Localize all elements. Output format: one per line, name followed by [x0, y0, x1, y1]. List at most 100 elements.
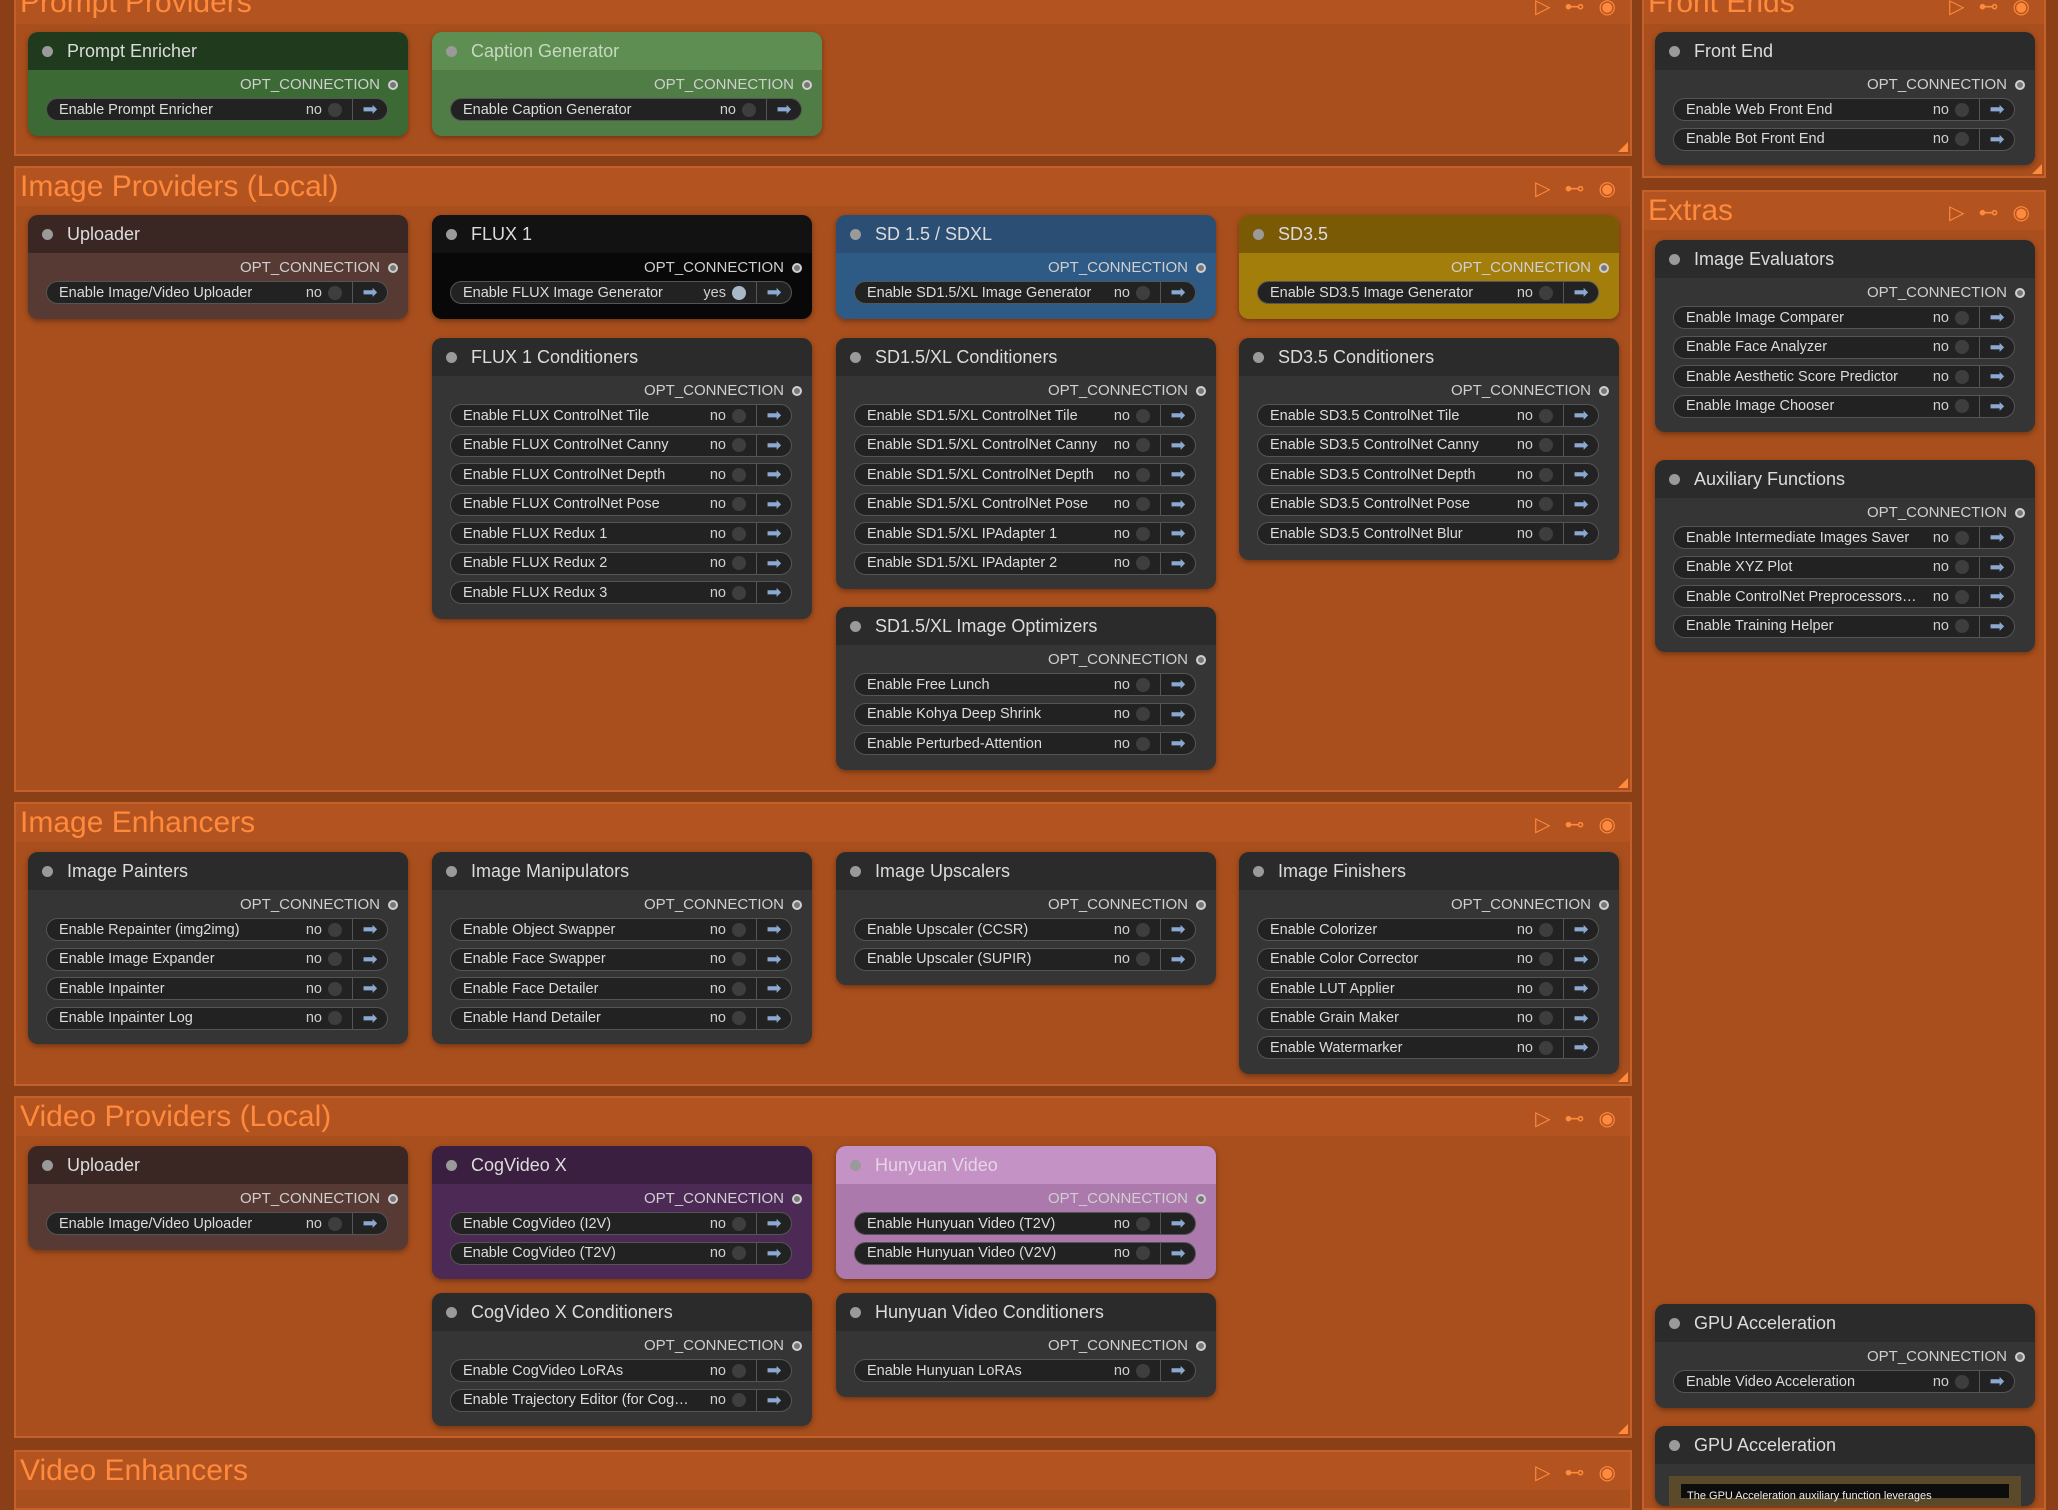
- collapse-dot-icon[interactable]: [850, 620, 861, 632]
- collapse-dot-icon[interactable]: [42, 228, 53, 240]
- play-icon[interactable]: ▷: [1535, 0, 1550, 19]
- output-connector-icon[interactable]: [388, 262, 398, 273]
- convert-arrow-icon[interactable]: ➡: [1563, 282, 1598, 303]
- convert-arrow-icon[interactable]: ➡: [1563, 978, 1598, 999]
- toggle-widget[interactable]: Enable FLUX ControlNet Canny no ➡: [450, 433, 792, 457]
- toggle-widget[interactable]: Enable CogVideo (I2V) no ➡: [450, 1212, 792, 1235]
- toggle-widget[interactable]: Enable SD1.5/XL ControlNet Tile no ➡: [854, 404, 1196, 427]
- convert-arrow-icon[interactable]: ➡: [352, 1007, 387, 1029]
- toggle-widget[interactable]: Enable Hand Detailer no ➡: [450, 1006, 792, 1030]
- node-image-upscalers[interactable]: Image Upscalers OPT_CONNECTION Enable Upsc…: [836, 852, 1216, 985]
- toggle-icon[interactable]: [1136, 408, 1150, 423]
- toggle-widget[interactable]: Enable SD1.5/XL IPAdapter 1 no ➡: [854, 522, 1196, 545]
- toggle-widget[interactable]: Enable Upscaler (SUPIR) no ➡: [854, 947, 1196, 971]
- toggle-widget[interactable]: Enable SD3.5 Image Generator no ➡: [1257, 281, 1599, 304]
- convert-arrow-icon[interactable]: ➡: [1979, 615, 2014, 637]
- output-connector-icon[interactable]: [792, 1340, 802, 1351]
- toggle-icon[interactable]: [1539, 922, 1553, 937]
- toggle-icon[interactable]: [1539, 408, 1553, 423]
- toggle-icon[interactable]: [1539, 497, 1553, 511]
- eye-icon[interactable]: ◉: [1599, 176, 1616, 201]
- collapse-dot-icon[interactable]: [1253, 228, 1264, 240]
- convert-arrow-icon[interactable]: ➡: [1979, 307, 2014, 328]
- output-slot[interactable]: OPT_CONNECTION: [644, 1337, 802, 1354]
- toggle-icon[interactable]: [732, 1216, 746, 1231]
- toggle-icon[interactable]: [328, 285, 342, 300]
- toggle-icon[interactable]: [1539, 1040, 1553, 1055]
- output-connector-icon[interactable]: [388, 79, 398, 90]
- node-uploader-img[interactable]: Uploader OPT_CONNECTION Enable Image/Video…: [28, 215, 408, 319]
- toggle-icon[interactable]: [1955, 369, 1969, 384]
- convert-arrow-icon[interactable]: ➡: [1160, 919, 1195, 940]
- toggle-icon[interactable]: [1136, 438, 1150, 452]
- toggle-widget[interactable]: Enable FLUX ControlNet Pose no ➡: [450, 492, 792, 516]
- convert-arrow-icon[interactable]: ➡: [756, 434, 791, 456]
- output-connector-icon[interactable]: [1599, 262, 1609, 273]
- convert-arrow-icon[interactable]: ➡: [352, 919, 387, 940]
- convert-arrow-icon[interactable]: ➡: [756, 464, 791, 485]
- toggle-widget[interactable]: Enable Free Lunch no ➡: [854, 673, 1196, 696]
- resize-handle[interactable]: [1618, 1424, 1628, 1434]
- output-slot[interactable]: OPT_CONNECTION: [1048, 382, 1206, 399]
- toggle-icon[interactable]: [1955, 132, 1969, 146]
- convert-arrow-icon[interactable]: ➡: [1160, 703, 1195, 725]
- node-aux-functions[interactable]: Auxiliary Functions OPT_CONNECTION Enable …: [1655, 460, 2035, 652]
- output-slot[interactable]: OPT_CONNECTION: [1867, 76, 2025, 93]
- toggle-widget[interactable]: Enable Aesthetic Score Predictor no ➡: [1673, 365, 2015, 388]
- toggle-icon[interactable]: [328, 1216, 342, 1231]
- output-slot[interactable]: OPT_CONNECTION: [1867, 284, 2025, 301]
- collapse-dot-icon[interactable]: [850, 1159, 861, 1171]
- output-connector-icon[interactable]: [792, 899, 802, 910]
- convert-arrow-icon[interactable]: ➡: [1563, 919, 1598, 940]
- toggle-widget[interactable]: Enable SD1.5/XL ControlNet Pose no ➡: [854, 492, 1196, 516]
- node-sd35[interactable]: SD3.5 OPT_CONNECTION Enable SD3.5 Image Ge…: [1239, 215, 1619, 319]
- convert-arrow-icon[interactable]: ➡: [756, 493, 791, 515]
- toggle-widget[interactable]: Enable Image Chooser no ➡: [1673, 394, 2015, 418]
- collapse-dot-icon[interactable]: [850, 228, 861, 240]
- toggle-widget[interactable]: Enable Image/Video Uploader no ➡: [46, 1212, 388, 1235]
- toggle-widget[interactable]: Enable LUT Applier no ➡: [1257, 977, 1599, 1000]
- toggle-widget[interactable]: Enable FLUX Redux 1 no ➡: [450, 522, 792, 545]
- resize-handle[interactable]: [1618, 1072, 1628, 1082]
- output-slot[interactable]: OPT_CONNECTION: [240, 1190, 398, 1207]
- toggle-icon[interactable]: [1136, 922, 1150, 937]
- play-icon[interactable]: ▷: [1535, 176, 1550, 201]
- collapse-dot-icon[interactable]: [42, 45, 53, 57]
- bypass-icon[interactable]: ⊷: [1979, 0, 1999, 19]
- convert-arrow-icon[interactable]: ➡: [756, 1007, 791, 1029]
- collapse-dot-icon[interactable]: [42, 1159, 53, 1171]
- toggle-icon[interactable]: [732, 467, 746, 482]
- toggle-icon[interactable]: [1136, 707, 1150, 721]
- node-sd15-opt[interactable]: SD1.5/XL Image Optimizers OPT_CONNECTION E…: [836, 607, 1216, 770]
- collapse-dot-icon[interactable]: [1669, 473, 1680, 485]
- convert-arrow-icon[interactable]: ➡: [352, 978, 387, 999]
- toggle-icon[interactable]: [1136, 1363, 1150, 1378]
- convert-arrow-icon[interactable]: ➡: [756, 978, 791, 999]
- convert-arrow-icon[interactable]: ➡: [1160, 1242, 1195, 1264]
- convert-arrow-icon[interactable]: ➡: [1979, 1371, 2014, 1392]
- bypass-icon[interactable]: ⊷: [1565, 176, 1585, 201]
- toggle-icon[interactable]: [1136, 677, 1150, 692]
- output-connector-icon[interactable]: [2015, 507, 2025, 518]
- toggle-icon[interactable]: [732, 922, 746, 937]
- convert-arrow-icon[interactable]: ➡: [1160, 674, 1195, 695]
- toggle-icon[interactable]: [1955, 530, 1969, 545]
- convert-arrow-icon[interactable]: ➡: [1160, 405, 1195, 426]
- convert-arrow-icon[interactable]: ➡: [1160, 282, 1195, 303]
- output-slot[interactable]: OPT_CONNECTION: [1451, 382, 1609, 399]
- toggle-widget[interactable]: Enable Image Comparer no ➡: [1673, 306, 2015, 329]
- convert-arrow-icon[interactable]: ➡: [1160, 434, 1195, 456]
- output-connector-icon[interactable]: [802, 79, 812, 90]
- convert-arrow-icon[interactable]: ➡: [1160, 493, 1195, 515]
- node-sd35-cond[interactable]: SD3.5 Conditioners OPT_CONNECTION Enable S…: [1239, 338, 1619, 560]
- collapse-dot-icon[interactable]: [1253, 865, 1264, 877]
- output-slot[interactable]: OPT_CONNECTION: [1451, 896, 1609, 913]
- toggle-widget[interactable]: Enable SD3.5 ControlNet Pose no ➡: [1257, 492, 1599, 516]
- toggle-icon[interactable]: [732, 497, 746, 511]
- toggle-widget[interactable]: Enable FLUX Redux 2 no ➡: [450, 551, 792, 575]
- toggle-widget[interactable]: Enable Colorizer no ➡: [1257, 918, 1599, 941]
- output-connector-icon[interactable]: [792, 262, 802, 273]
- toggle-icon[interactable]: [1136, 497, 1150, 511]
- toggle-icon[interactable]: [328, 952, 342, 966]
- toggle-icon[interactable]: [732, 556, 746, 570]
